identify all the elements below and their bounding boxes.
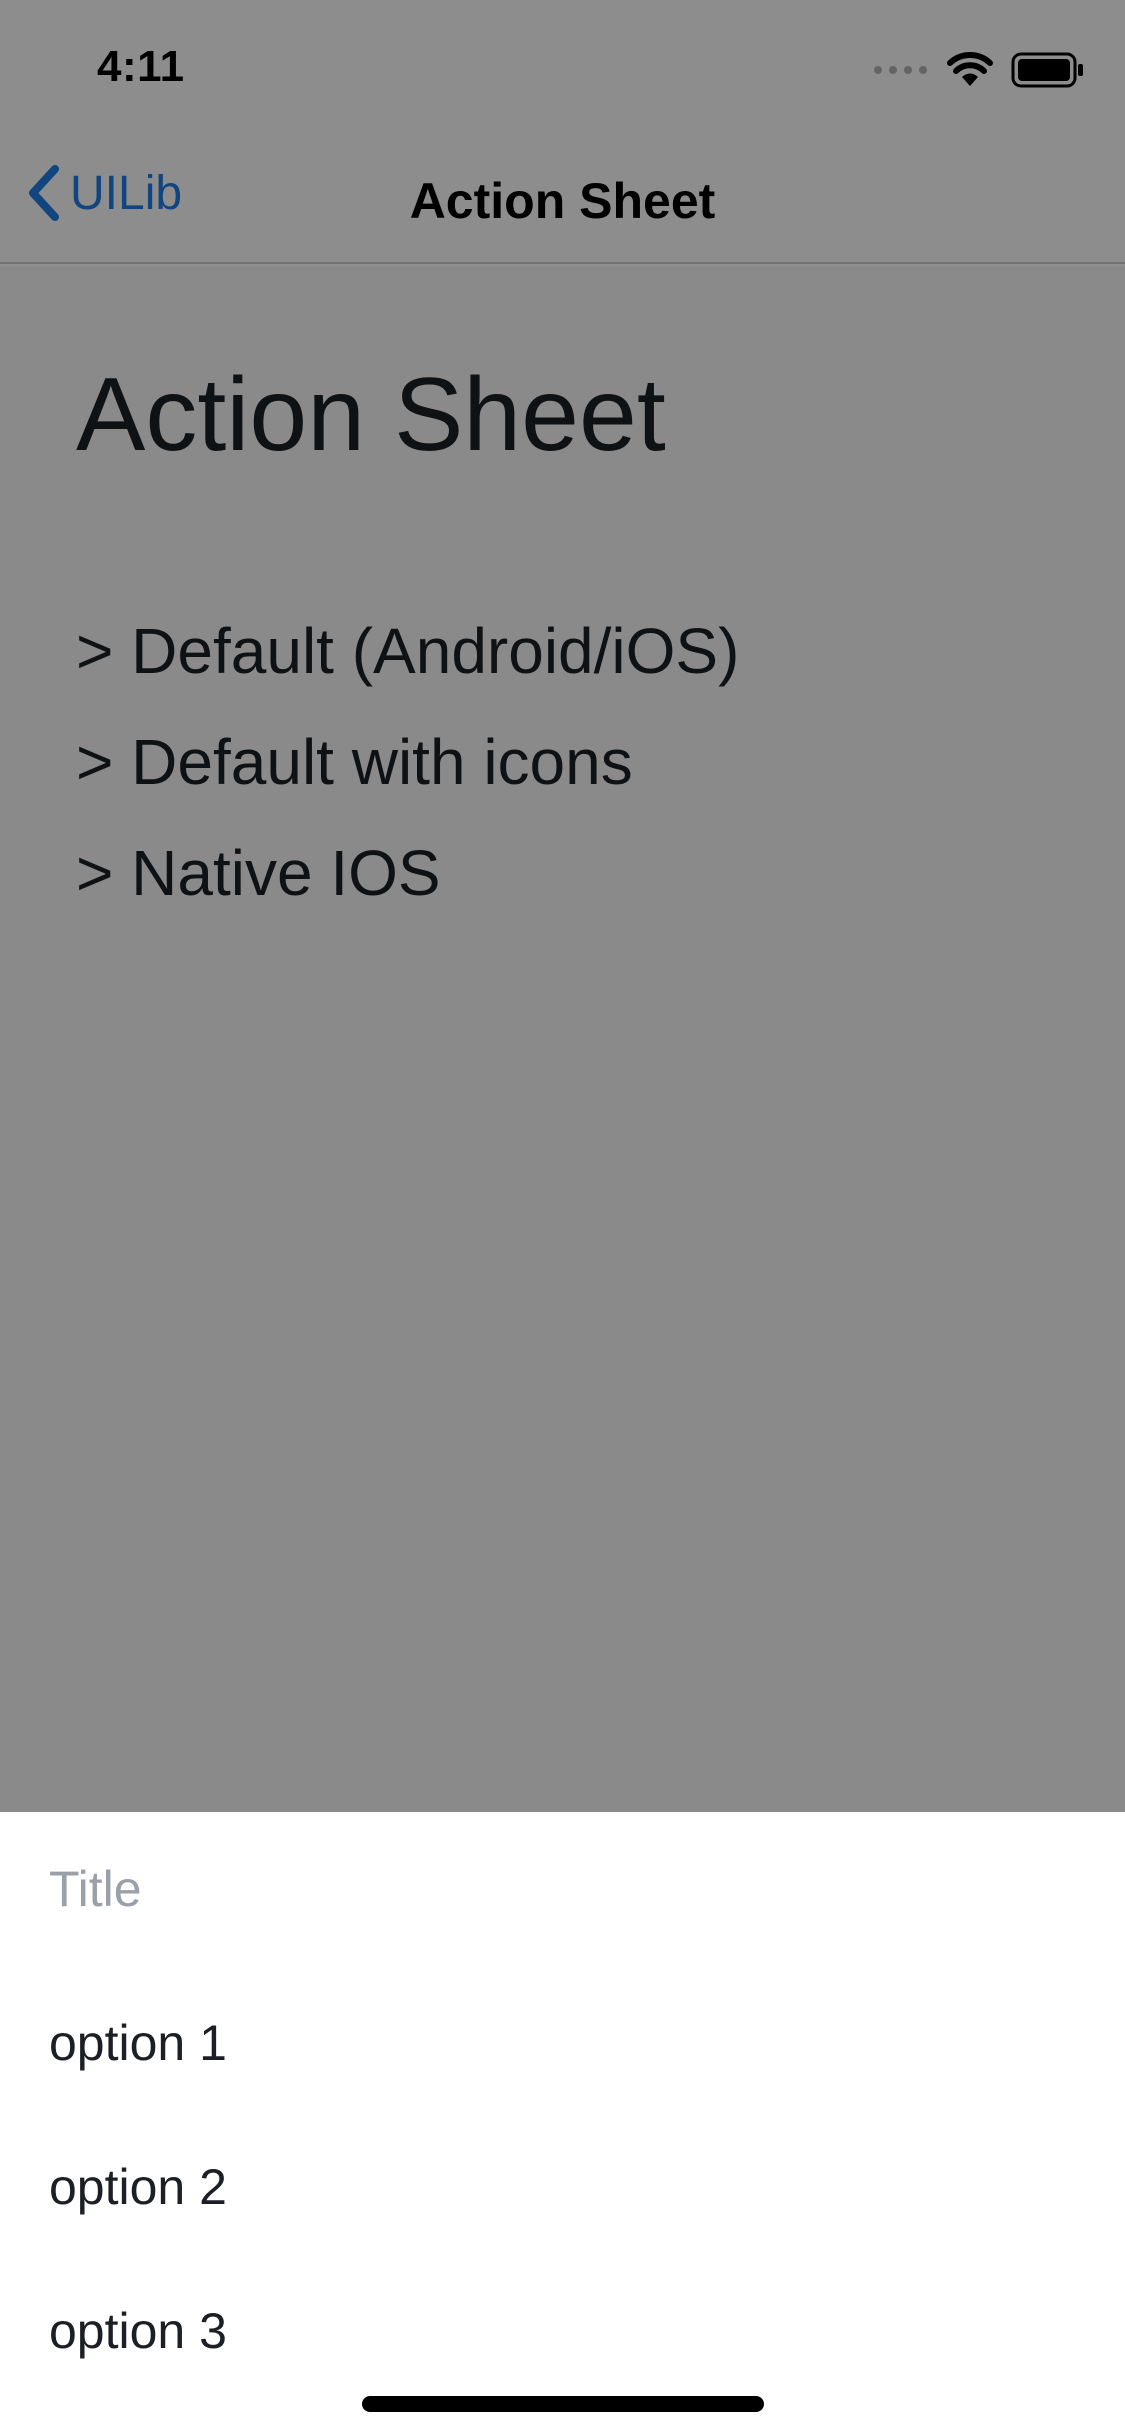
action-sheet: Title option 1 option 2 option 3 — [0, 1812, 1125, 2436]
action-sheet-option-3[interactable]: option 3 — [49, 2302, 227, 2360]
home-indicator[interactable] — [362, 2396, 764, 2412]
action-sheet-option-1[interactable]: option 1 — [49, 2014, 227, 2072]
modal-overlay[interactable] — [0, 0, 1125, 1812]
action-sheet-title: Title — [49, 1861, 142, 1917]
action-sheet-option-2[interactable]: option 2 — [49, 2158, 227, 2216]
